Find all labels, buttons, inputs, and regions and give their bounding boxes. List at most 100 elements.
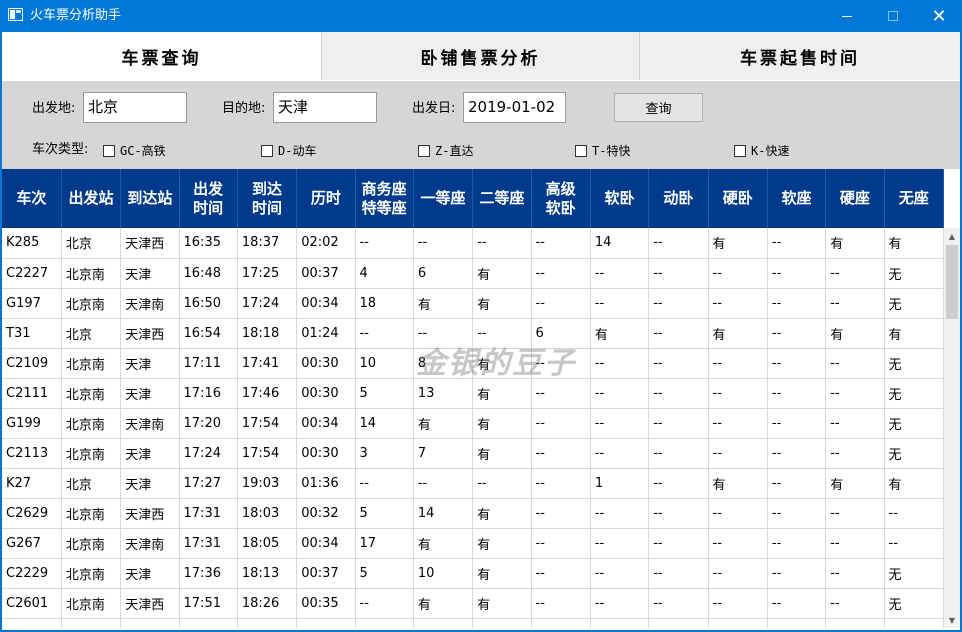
table-row[interactable]: G199 北京南 天津南 17:20 17:54 00:34 14 有有 -- -- -- -- -- -…: [2, 408, 944, 439]
table-row[interactable]: [2, 618, 944, 628]
type-gc-checkbox[interactable]: GC-高铁: [103, 142, 166, 159]
table-cell: 00:35: [296, 588, 356, 619]
table-cell: C2229: [2, 558, 62, 589]
table-cell: G199: [2, 408, 62, 439]
table-row[interactable]: K285 北京 天津西 16:35 18:37 02:02 -- -- -- -- 14 -- 有 -- 有…: [2, 228, 944, 259]
minimize-button[interactable]: [824, 0, 870, 32]
table-cell: [355, 618, 414, 628]
table-cell: C2113: [2, 438, 62, 469]
table-cell: 5: [355, 378, 414, 409]
type-k-label: K-快速: [751, 144, 790, 158]
tab-sleeper-analysis[interactable]: 卧铺售票分析: [322, 32, 640, 80]
table-cell: --: [708, 498, 768, 529]
table-cell: --: [708, 588, 768, 619]
table-cell: 17:41: [237, 348, 298, 379]
column-header: 硬卧: [708, 169, 768, 228]
table-cell: G197: [2, 288, 62, 319]
table-cell: --: [413, 228, 474, 259]
table-cell: 10: [413, 558, 474, 589]
table-row[interactable]: C2629 北京南 天津西 17:31 18:03 00:32 5 14 有 -- -- -- -- --…: [2, 498, 944, 529]
table-cell: --: [825, 348, 885, 379]
type-d-checkbox[interactable]: D-动车: [261, 142, 316, 159]
table-cell: --: [413, 318, 474, 349]
table-cell: --: [767, 468, 827, 499]
date-input[interactable]: 2019-01-02: [463, 92, 566, 123]
table-cell: 天津西: [120, 588, 180, 619]
table-cell: --: [531, 558, 591, 589]
checkbox-box: [261, 144, 273, 157]
table-cell: 18:26: [237, 588, 298, 619]
column-header: 一等座: [413, 169, 474, 228]
table-cell: 北京南: [61, 438, 122, 469]
vertical-scrollbar[interactable]: ▲ ▼: [944, 228, 960, 628]
column-header: 出发站: [61, 169, 122, 228]
table-cell: 有: [472, 408, 532, 439]
table-cell: --: [825, 378, 885, 409]
table-cell: 有: [884, 468, 944, 499]
tab-ticket-query[interactable]: 车票查询: [2, 32, 322, 80]
table-row[interactable]: C2109 北京南 天津 17:11 17:41 00:30 10 8 有 -- -- -- -- -- -…: [2, 348, 944, 379]
scroll-thumb[interactable]: [946, 245, 958, 319]
scroll-up-icon[interactable]: ▲: [944, 228, 960, 244]
table-cell: --: [472, 228, 532, 259]
table-row[interactable]: C2227 北京南 天津 16:48 17:25 00:37 4 6 有 -- -- -- -- -- --…: [2, 258, 944, 289]
table-cell: --: [767, 498, 827, 529]
type-k-checkbox[interactable]: K-快速: [734, 142, 789, 159]
table-cell: 无: [884, 258, 944, 289]
table-cell: 北京南: [61, 408, 122, 439]
type-t-checkbox[interactable]: T-特快: [575, 142, 630, 159]
table-row[interactable]: C2601 北京南 天津西 17:51 18:26 00:35 -- 有有 -- -- -- -- --…: [2, 588, 944, 619]
table-cell: K285: [2, 228, 62, 259]
table-row[interactable]: G267 北京南 天津南 17:31 18:05 00:34 17 有有 -- -- -- -- -- -…: [2, 528, 944, 559]
table-cell: --: [767, 558, 827, 589]
table-cell: 无: [884, 288, 944, 319]
table-cell: 14: [590, 228, 650, 259]
table-cell: 北京: [61, 318, 122, 349]
app-icon: [8, 8, 23, 21]
table-cell: [708, 618, 768, 628]
table-cell: 18:18: [237, 318, 298, 349]
maximize-button[interactable]: [870, 0, 916, 32]
scroll-down-icon[interactable]: ▼: [944, 612, 960, 628]
close-button[interactable]: ✕: [916, 0, 962, 32]
table-cell: --: [767, 348, 827, 379]
search-panel: 出发地: 北京 目的地: 天津 出发日: 2019-01-02 查询 车次类型:…: [2, 81, 960, 169]
query-button[interactable]: 查询: [614, 93, 703, 122]
table-cell: 17:20: [179, 408, 238, 439]
from-input[interactable]: 北京: [83, 92, 187, 123]
train-type-label: 车次类型:: [32, 142, 89, 157]
checkbox-box: [103, 144, 115, 157]
table-cell: --: [531, 498, 591, 529]
table-row[interactable]: K27 北京 天津 17:27 19:03 01:36 -- -- -- -- 1 -- 有 -- 有有: [2, 468, 944, 499]
table-row[interactable]: T31 北京 天津西 16:54 18:18 01:24 -- -- -- 6 有 -- 有 -- 有有: [2, 318, 944, 349]
to-input[interactable]: 天津: [273, 92, 377, 123]
tab-sale-start-time[interactable]: 车票起售时间: [640, 32, 960, 80]
table-cell: 8: [413, 348, 474, 379]
table-row[interactable]: C2111 北京南 天津 17:16 17:46 00:30 5 13 有 -- -- -- -- -- -…: [2, 378, 944, 409]
table-cell: --: [708, 528, 768, 559]
table-cell: 17:24: [237, 288, 298, 319]
table-cell: 有: [472, 438, 532, 469]
type-gc-label: GC-高铁: [120, 144, 166, 158]
table-cell: 天津: [120, 258, 180, 289]
table-cell: --: [413, 468, 474, 499]
table-cell: 有: [884, 318, 944, 349]
table-cell: 10: [355, 348, 414, 379]
table-cell: T31: [2, 318, 62, 349]
type-z-checkbox[interactable]: Z-直达: [418, 142, 473, 159]
table-cell: --: [590, 438, 650, 469]
table-cell: --: [531, 348, 591, 379]
table-cell: 天津西: [120, 228, 180, 259]
table-cell: --: [884, 528, 944, 559]
table-row[interactable]: C2229 北京南 天津 17:36 18:13 00:37 5 10 有 -- -- -- -- -- -…: [2, 558, 944, 589]
table-cell: 02:02: [296, 228, 356, 259]
maximize-icon: [888, 11, 898, 21]
table-cell: 01:24: [296, 318, 356, 349]
table-cell: 17:25: [237, 258, 298, 289]
table-cell: 16:35: [179, 228, 238, 259]
table-row[interactable]: C2113 北京南 天津 17:24 17:54 00:30 3 7 有 -- -- -- -- -- --…: [2, 438, 944, 469]
table-row[interactable]: G197 北京南 天津南 16:50 17:24 00:34 18 有有 -- -- -- -- -- -…: [2, 288, 944, 319]
table-cell: --: [590, 348, 650, 379]
table-cell: 无: [884, 378, 944, 409]
table-cell: 17:11: [179, 348, 238, 379]
